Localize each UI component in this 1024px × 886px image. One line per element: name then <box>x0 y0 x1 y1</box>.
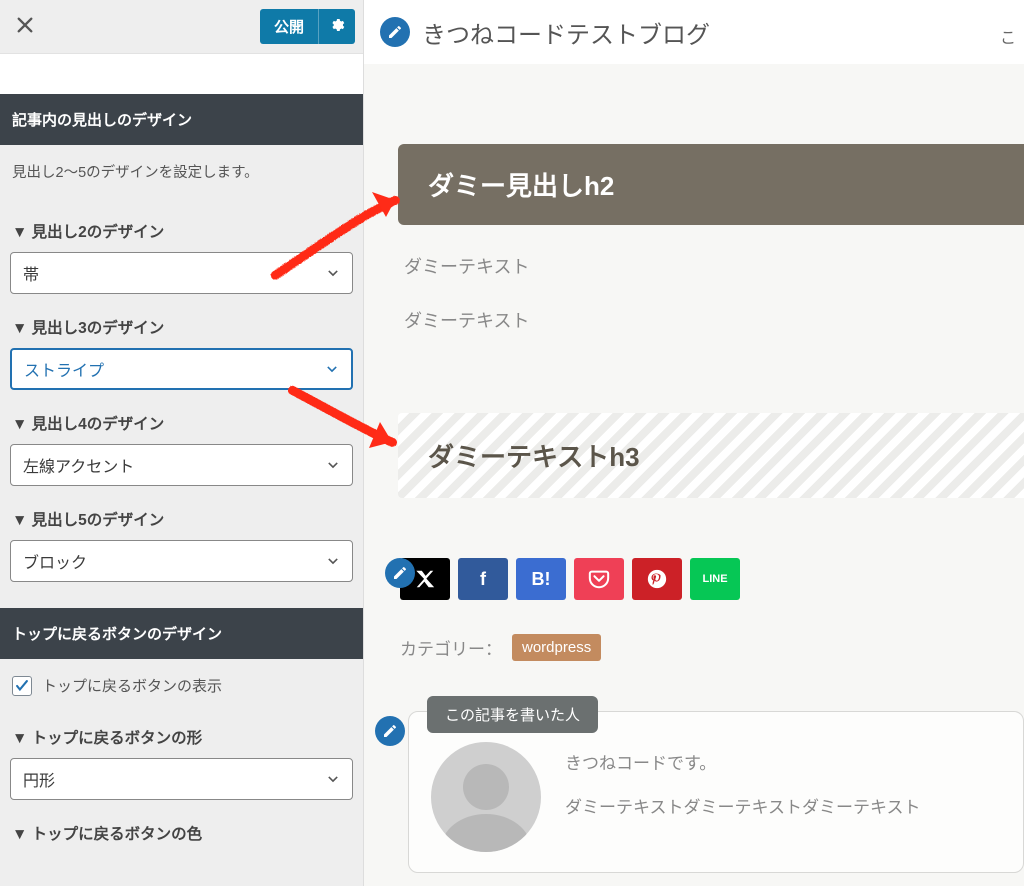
category-label: カテゴリー： <box>400 635 502 660</box>
author-box: この記事を書いた人 きつねコードです。 ダミーテキストダミーテキストダミーテキス… <box>408 711 1024 873</box>
category-row: カテゴリー： wordpress <box>400 634 1024 661</box>
show-top-button-row[interactable]: トップに戻るボタンの表示 <box>0 659 363 712</box>
preview-header: きつねコードテストブログ こ <box>364 0 1024 64</box>
publish-settings-button[interactable] <box>318 9 355 44</box>
gear-icon <box>329 20 345 37</box>
h3-design-label: ▼ 見出し3のデザイン <box>0 302 363 348</box>
show-top-button-checkbox[interactable] <box>12 676 32 696</box>
publish-button[interactable]: 公開 <box>260 9 318 44</box>
edit-shortcut-icon[interactable] <box>380 17 410 47</box>
avatar <box>431 742 541 852</box>
h3-design-select[interactable]: ストライプ <box>10 348 353 390</box>
publish-button-group: 公開 <box>260 9 355 44</box>
show-top-button-label: トップに戻るボタンの表示 <box>42 675 222 696</box>
heading-design-description: 見出し2〜5のデザインを設定します。 <box>0 145 363 206</box>
sidebar-header: 公開 <box>0 0 363 54</box>
chevron-down-icon <box>326 772 340 786</box>
top-button-shape-label: ▼ トップに戻るボタンの形 <box>0 712 363 758</box>
h4-design-label: ▼ 見出し4のデザイン <box>0 398 363 444</box>
h2-design-label: ▼ 見出し2のデザイン <box>0 206 363 252</box>
h3-design-value: ストライプ <box>24 357 104 381</box>
chevron-down-icon <box>326 266 340 280</box>
line-icon-label: LINE <box>702 573 727 585</box>
top-button-shape-value: 円形 <box>23 767 55 791</box>
header-right-text: こ <box>1000 24 1016 48</box>
h2-design-select[interactable]: 帯 <box>10 252 353 294</box>
share-hatena-button[interactable]: B! <box>516 558 566 600</box>
preview-h2: ダミー見出しh2 <box>398 144 1024 225</box>
h5-design-select[interactable]: ブロック <box>10 540 353 582</box>
chevron-down-icon <box>326 554 340 568</box>
customizer-sidebar: 公開 記事内の見出しのデザイン 見出し2〜5のデザインを設定します。 ▼ 見出し… <box>0 0 364 886</box>
share-pocket-button[interactable] <box>574 558 624 600</box>
share-pinterest-button[interactable] <box>632 558 682 600</box>
author-text: きつねコードです。 ダミーテキストダミーテキストダミーテキスト <box>565 742 920 852</box>
author-box-title: この記事を書いた人 <box>427 696 598 733</box>
preview-pane: きつねコードテストブログ こ ダミー見出しh2 ダミーテキスト ダミーテキスト … <box>364 0 1024 886</box>
category-tag[interactable]: wordpress <box>512 634 601 661</box>
section-heading-design: 記事内の見出しのデザイン <box>0 94 363 145</box>
section-top-button: トップに戻るボタンのデザイン <box>0 608 363 659</box>
h4-design-select[interactable]: 左線アクセント <box>10 444 353 486</box>
preview-h3: ダミーテキストh3 <box>398 413 1024 498</box>
share-line-button[interactable]: LINE <box>690 558 740 600</box>
h5-design-label: ▼ 見出し5のデザイン <box>0 494 363 540</box>
preview-content: ダミー見出しh2 ダミーテキスト ダミーテキスト ダミーテキストh3 f B! … <box>364 64 1024 873</box>
edit-shortcut-icon[interactable] <box>385 558 415 588</box>
chevron-down-icon <box>325 362 339 376</box>
site-title[interactable]: きつねコードテストブログ <box>422 15 710 50</box>
edit-shortcut-icon[interactable] <box>375 716 405 746</box>
preview-paragraph: ダミーテキスト <box>404 253 1024 279</box>
h5-design-value: ブロック <box>23 549 87 573</box>
author-line: ダミーテキストダミーテキストダミーテキスト <box>565 786 920 830</box>
search-strip <box>0 54 363 94</box>
share-buttons: f B! LINE <box>400 558 1024 600</box>
top-button-shape-select[interactable]: 円形 <box>10 758 353 800</box>
preview-paragraph: ダミーテキスト <box>404 307 1024 333</box>
chevron-down-icon <box>326 458 340 472</box>
share-facebook-button[interactable]: f <box>458 558 508 600</box>
top-button-color-label: ▼ トップに戻るボタンの色 <box>0 808 363 854</box>
close-icon[interactable] <box>16 14 34 40</box>
author-line: きつねコードです。 <box>565 742 920 786</box>
h4-design-value: 左線アクセント <box>23 453 134 477</box>
h2-design-value: 帯 <box>23 261 39 285</box>
